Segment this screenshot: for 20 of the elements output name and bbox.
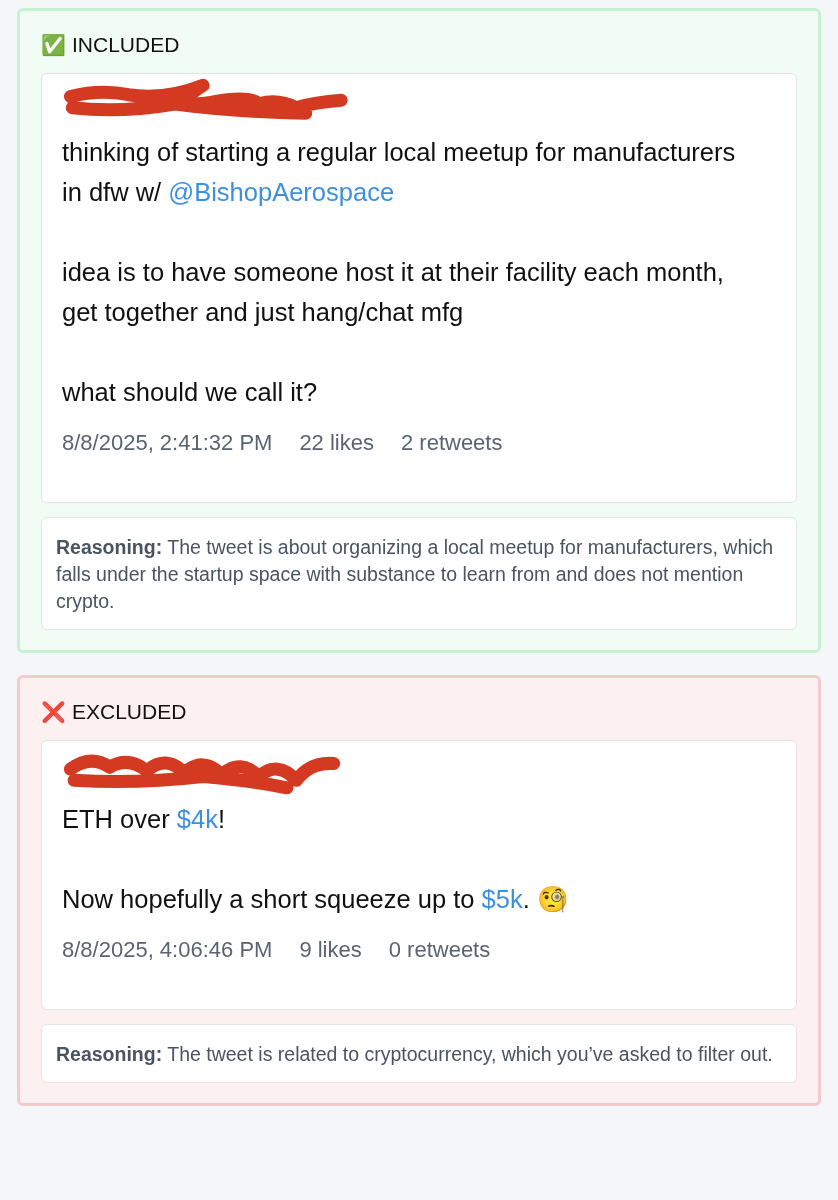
status-label: EXCLUDED [72,700,187,724]
reasoning-text: Reasoning: The tweet is about organizing a local meetup for manufacturers, which falls under the startup space with substance to learn from and does not mention crypto. [56,536,774,612]
tweet-link[interactable]: @BishopAerospace [168,178,395,206]
like-count: 9 likes [299,937,362,963]
status-icon: ❌ [41,700,66,724]
tweet-text: idea is to have someone host it at their facility each month, get together and just hang/chat mfg [62,257,725,328]
tweet-time: 8/8/2025, 2:41:32 PM [62,430,273,456]
tweet-link[interactable]: $5k [481,885,523,913]
status-label: INCLUDED [72,33,180,57]
reasoning-text: Reasoning: The tweet is related to cryptocurrency, which you’ve asked to filter out. [56,1043,773,1065]
like-count: 22 likes [299,430,374,456]
status-icon: ✅ [41,33,66,57]
tweet-time: 8/8/2025, 4:06:46 PM [62,937,273,963]
retweet-count: 0 retweets [388,937,491,963]
tweet-text: thinking of starting a regular local meetup for manufacturers in dfw w/ @BishopAerospace [62,137,737,208]
tweet-text: Now hopefully a short squeeze up to $5k. 🧐 [62,884,570,915]
tweet-text: what should we call it? [62,377,319,408]
tweet-text: ETH over $4k! [62,804,226,835]
retweet-count: 2 retweets [400,430,503,456]
tweet-link[interactable]: $4k [176,805,218,833]
